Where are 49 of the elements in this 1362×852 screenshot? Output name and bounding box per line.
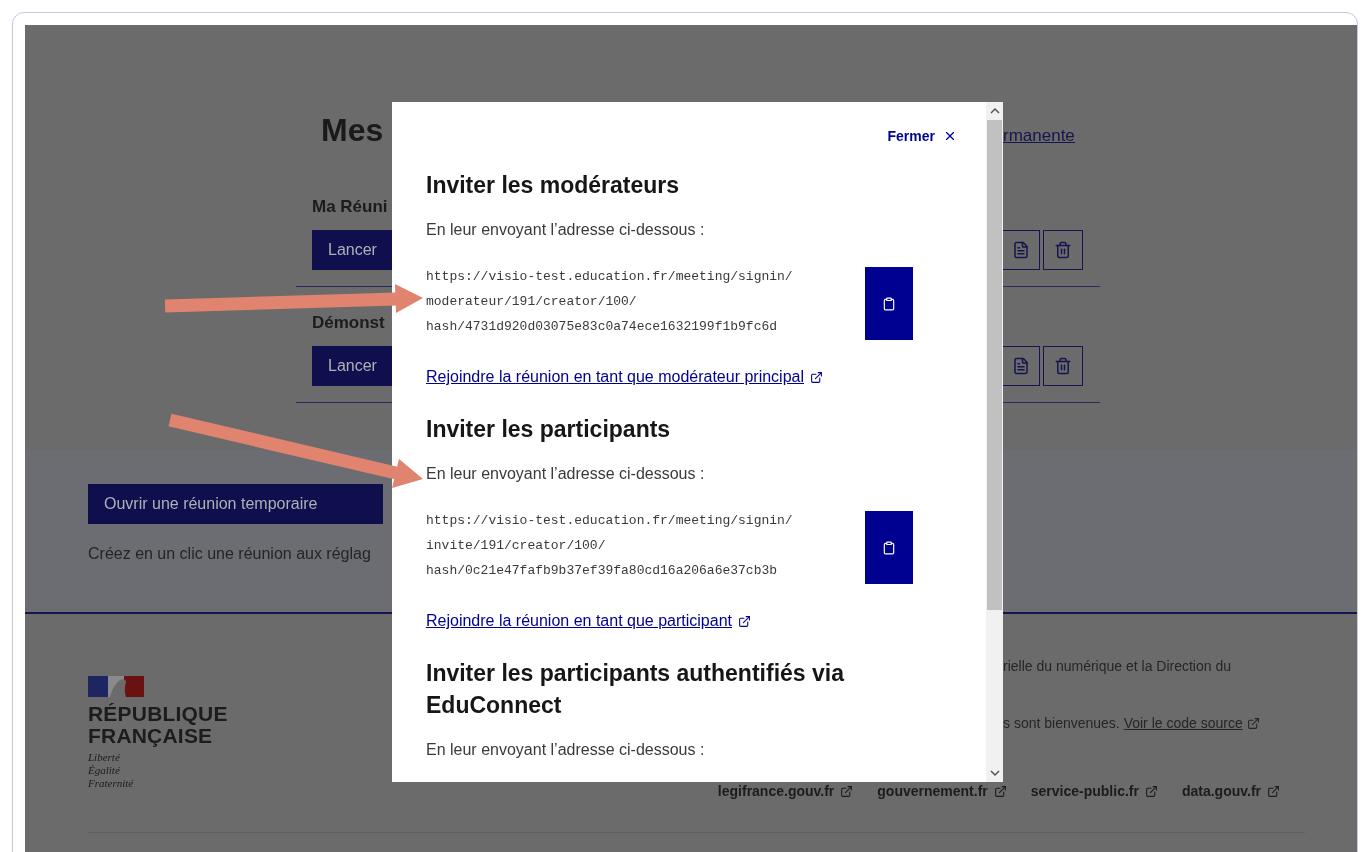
external-link-icon <box>840 784 854 798</box>
external-link-icon <box>993 784 1007 798</box>
scrollbar[interactable] <box>986 102 1003 782</box>
document-icon <box>1012 241 1030 259</box>
launch-button[interactable]: Lancer <box>312 346 392 386</box>
flag-logo-icon <box>88 676 144 697</box>
join-link[interactable]: Rejoindre la réunion en tant que modérateur principal <box>426 365 823 389</box>
trash-icon <box>1054 241 1072 259</box>
join-link[interactable]: Rejoindre la réunion en tant que participant <box>426 609 751 633</box>
motto-text: Liberté <box>88 751 121 764</box>
external-link-icon <box>738 614 751 628</box>
delete-button[interactable] <box>1043 346 1083 386</box>
copy-button[interactable] <box>865 267 913 340</box>
instruction-text: En leur envoyant l’adresse ci-dessous : <box>426 220 706 240</box>
footer-description: rielle du numérique et la Direction du <box>1003 657 1232 676</box>
section-title: Inviter les participants <box>426 415 672 444</box>
external-link-icon <box>1267 784 1280 798</box>
scroll-up-icon[interactable] <box>989 107 1000 115</box>
meeting-title: Ma Réuni <box>312 197 388 217</box>
section-title: Inviter les participants authentifiés via EduConnect <box>426 659 846 720</box>
instruction-text: En leur envoyant l’adresse ci-dessous : <box>426 740 706 760</box>
clipboard-icon <box>882 540 896 555</box>
instruction-text: En leur envoyant l’adresse ci-dessous : <box>426 464 706 484</box>
section-title: Inviter les modérateurs <box>426 171 681 200</box>
document-icon <box>1012 357 1030 375</box>
external-link-icon <box>1246 716 1260 730</box>
invite-url: https://visio-test.education.fr/meeting/signin/ moderateur/191/creator/100/ hash/4731d920d03075e83c0a74ece1632199f1b9fc6d <box>426 268 793 336</box>
launch-button[interactable]: Lancer <box>312 230 392 270</box>
temporary-meeting-description: Créez en un clic une réunion aux réglag <box>88 544 372 564</box>
motto-text: Fraternité <box>88 777 135 790</box>
document-button[interactable] <box>1003 230 1040 270</box>
external-link-icon <box>1144 784 1158 798</box>
scroll-down-icon[interactable] <box>989 769 1000 777</box>
copy-button[interactable] <box>865 511 913 584</box>
clipboard-icon <box>882 296 896 311</box>
brand-text: FRANÇAISE <box>88 725 213 747</box>
page-heading: Mes <box>321 111 384 149</box>
close-icon <box>943 129 957 143</box>
document-button[interactable] <box>1003 346 1040 386</box>
external-link-icon <box>810 370 823 384</box>
brand-text: RÉPUBLIQUE <box>88 703 229 725</box>
footer-contribution: s sont bienvenues. Voir le code source <box>1003 711 1357 735</box>
invite-url: https://visio-test.education.fr/meeting/signin/ invite/191/creator/100/ hash/0c21e47fafb9b37ef39fa80cd16a206a6e37cb3b <box>426 512 793 580</box>
trash-icon <box>1054 357 1072 375</box>
motto-text: Égalité <box>88 764 121 777</box>
delete-button[interactable] <box>1043 230 1083 270</box>
temporary-meeting-button[interactable]: Ouvrir une réunion temporaire <box>88 484 383 524</box>
close-button[interactable]: Fermer <box>887 124 957 148</box>
meeting-title: Démonst <box>312 313 385 333</box>
